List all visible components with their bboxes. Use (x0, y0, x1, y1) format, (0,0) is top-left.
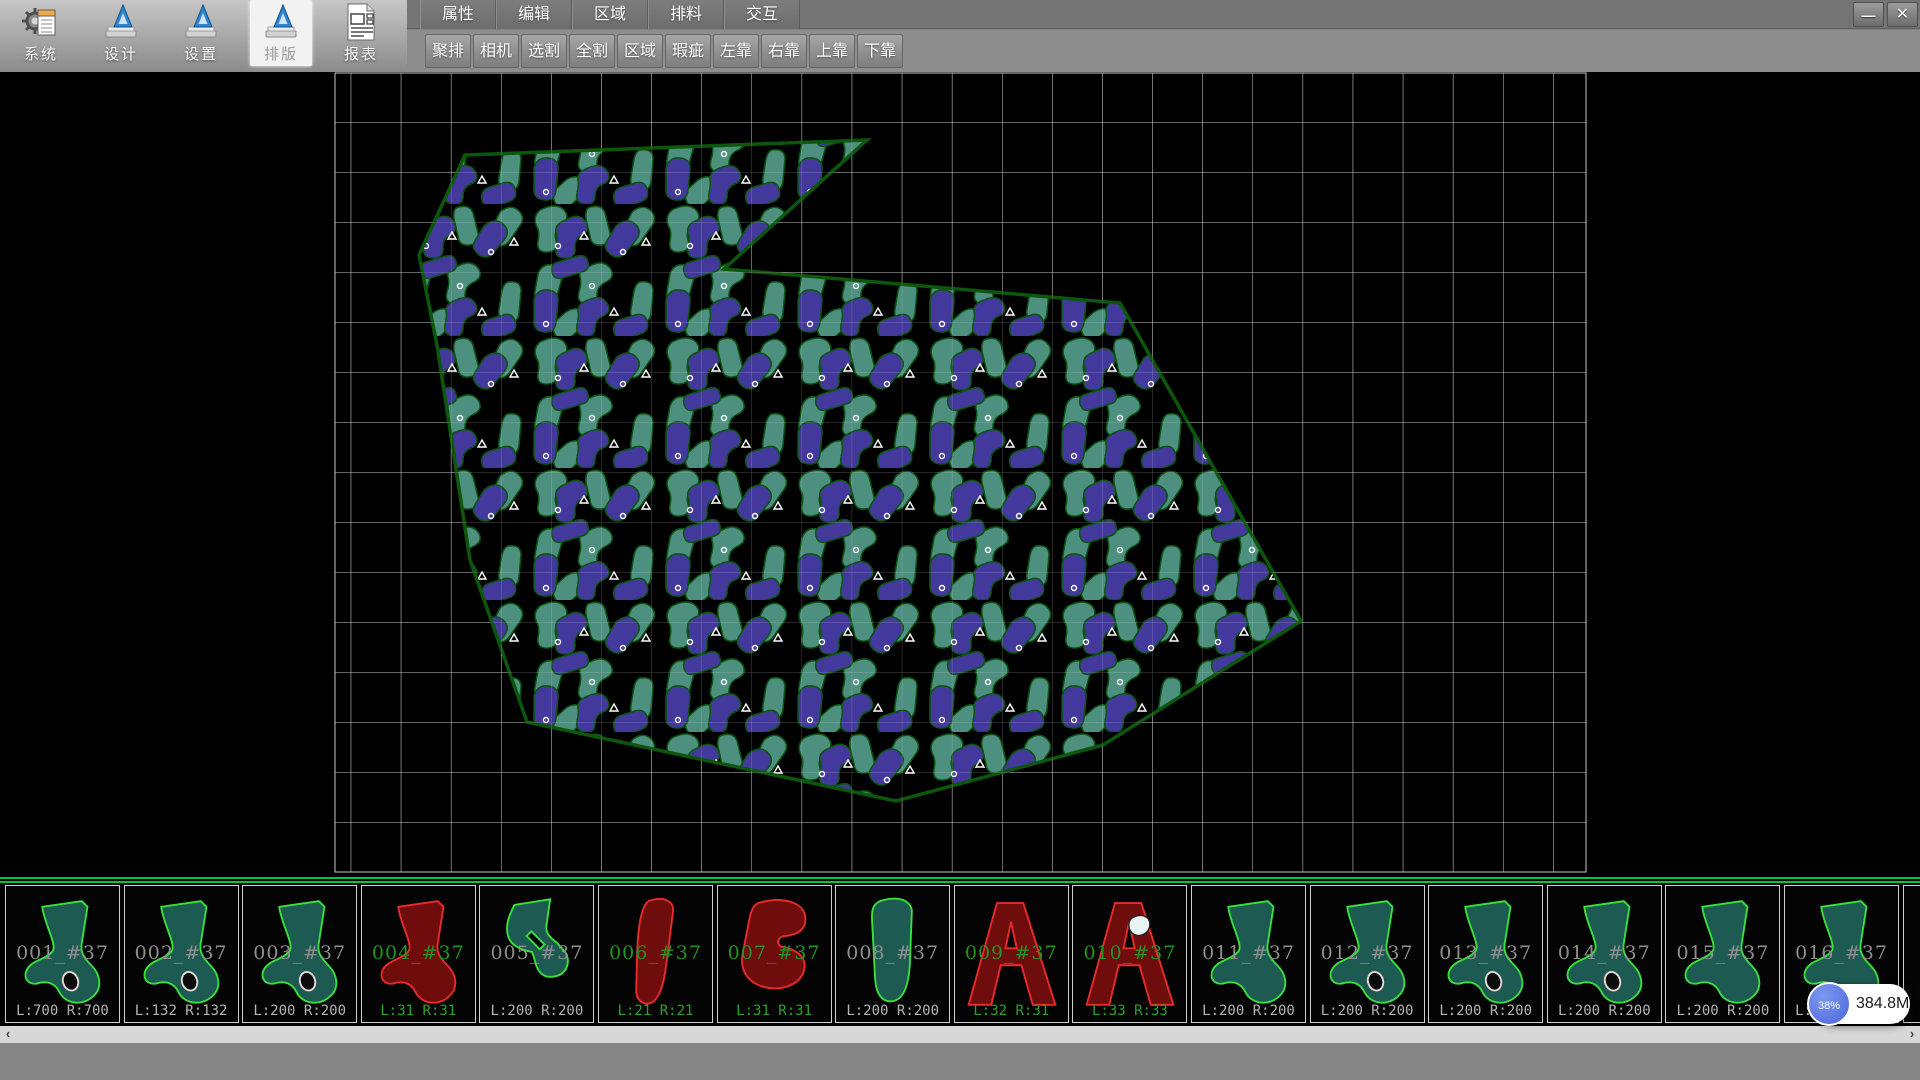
part-lr-count: L:200 R:200 (480, 1003, 593, 1019)
nav-button-system[interactable]: 系统 (10, 0, 72, 66)
thumbnail-part-007_#37[interactable]: 007_#37 L:31 R:31 (717, 885, 832, 1023)
nav-icon-bar: 系统设计设置排版报表 (0, 0, 407, 72)
horizontal-scrollbar[interactable]: ‹ › (0, 1026, 1920, 1043)
menu-row: 属性编辑区域排料交互 — ✕ (407, 0, 1920, 29)
part-id-label: 007_#37 (718, 942, 831, 964)
tool-button-5[interactable]: 区域 (617, 34, 663, 68)
part-id-label: 001_#37 (6, 942, 119, 964)
menu-tab-4[interactable]: 排料 (648, 0, 724, 29)
minimize-button[interactable]: — (1853, 2, 1884, 27)
report-icon (341, 2, 381, 42)
part-id-label: 012_#37 (1311, 942, 1424, 964)
parts-thumbnail-strip: 001_#37L:700 R:700002_#37L:132 R:132003_… (0, 873, 1920, 1026)
memory-used-value: 384.8M (1856, 984, 1909, 1024)
grid-overlay (335, 73, 1586, 872)
nav-button-design[interactable]: 设计 (90, 0, 152, 66)
nav-button-label: 排版 (250, 43, 312, 64)
tool-button-3[interactable]: 选割 (521, 34, 567, 68)
tool-button-8[interactable]: 右靠 (761, 34, 807, 68)
tool-button-10[interactable]: 下靠 (857, 34, 903, 68)
menu-tab-2[interactable]: 编辑 (496, 0, 572, 29)
tool-button-row: 聚排相机选割全割区域瑕疵左靠右靠上靠下靠 (407, 30, 1920, 72)
thumbnail-part-001_#37[interactable]: 001_#37 L:700 R:700 (5, 885, 120, 1023)
part-lr-count: L:132 R:132 (125, 1003, 238, 1019)
nav-button-label: 系统 (10, 43, 72, 64)
strip-green-line (0, 881, 1920, 883)
nav-button-label: 报表 (330, 43, 392, 64)
part-lr-count: L:200 R:200 (1429, 1003, 1542, 1019)
part-id-label: 016_#37 (1785, 942, 1898, 964)
memory-badge: 38% 384.8M (1814, 984, 1910, 1024)
thumbnail-part-012_#37[interactable]: 012_#37 L:200 R:200 (1310, 885, 1425, 1023)
bottom-status-bar (0, 1043, 1920, 1080)
memory-percent-badge: 38% (1807, 982, 1851, 1026)
tool-button-2[interactable]: 相机 (473, 34, 519, 68)
tool-button-9[interactable]: 上靠 (809, 34, 855, 68)
ruler-icon (181, 2, 221, 42)
thumbnail-part-006_#37[interactable]: 006_#37 L:21 R:21 (598, 885, 713, 1023)
part-shape (1912, 890, 1920, 1016)
nav-button-label: 设计 (90, 43, 152, 64)
app-window: 系统设计设置排版报表 属性编辑区域排料交互 — ✕ 聚排相机选割全割区域瑕疵左靠… (0, 0, 1920, 1080)
thumbnail-part-011_#37[interactable]: 011_#37 L:200 R:200 (1191, 885, 1306, 1023)
part-lr-count: L:700 R:700 (6, 1003, 119, 1019)
part-id-label: 013_#37 (1429, 942, 1542, 964)
tool-button-7[interactable]: 左靠 (713, 34, 759, 68)
part-id-label: 005_#37 (480, 942, 593, 964)
system-icon (21, 2, 61, 42)
part-lr-count: L:31 R:31 (718, 1003, 831, 1019)
thumbnail-part-008_#37[interactable]: 008_#37 L:200 R:200 (835, 885, 950, 1023)
menu-tab-5[interactable]: 交互 (724, 0, 800, 29)
part-lr-count: L:31 R:31 (362, 1003, 475, 1019)
scroll-right-icon[interactable]: › (1904, 1026, 1920, 1043)
nav-button-label: 设置 (170, 43, 232, 64)
part-id-label: 015_#37 (1666, 942, 1779, 964)
menu-tab-3[interactable]: 区域 (572, 0, 648, 29)
nav-button-settings[interactable]: 设置 (170, 0, 232, 66)
thumbnail-part-005_#37[interactable]: 005_#37 L:200 R:200 (479, 885, 594, 1023)
nesting-view[interactable] (0, 72, 1920, 873)
nav-button-layout[interactable]: 排版 (250, 0, 312, 66)
part-id-label: 006_#37 (599, 942, 712, 964)
tool-button-1[interactable]: 聚排 (425, 34, 471, 68)
thumbnail-part-009_#37[interactable]: 009_#37 L:32 R:31 (954, 885, 1069, 1023)
thumbnail-part-003_#37[interactable]: 003_#37 L:200 R:200 (242, 885, 357, 1023)
close-button[interactable]: ✕ (1887, 2, 1918, 27)
part-lr-count: L:200 R:200 (836, 1003, 949, 1019)
part-id-label: 009_#37 (955, 942, 1068, 964)
part-id-label: 004_#37 (362, 942, 475, 964)
part-lr-count: L:200 R:200 (1666, 1003, 1779, 1019)
menu-tab-1[interactable]: 属性 (420, 0, 496, 29)
thumbnail-part-004_#37[interactable]: 004_#37 L:31 R:31 (361, 885, 476, 1023)
thumbnail-part-014_#37[interactable]: 014_#37 L:200 R:200 (1547, 885, 1662, 1023)
thumbnail-part-013_#37[interactable]: 013_#37 L:200 R:200 (1428, 885, 1543, 1023)
nesting-canvas[interactable] (0, 72, 1920, 873)
thumbnail-part-010_#37[interactable]: 010_#37 L:33 R:33 (1072, 885, 1187, 1023)
part-id-label: 003_#37 (243, 942, 356, 964)
part-lr-count: L:32 R:31 (955, 1003, 1068, 1019)
nav-button-report[interactable]: 报表 (330, 0, 392, 66)
part-lr-count: L:21 R:21 (599, 1003, 712, 1019)
ruler-icon (101, 2, 141, 42)
part-id-label: 008_#37 (836, 942, 949, 964)
part-lr-count: L:200 R:200 (1548, 1003, 1661, 1019)
ruler-icon (261, 2, 301, 42)
part-id-label: 011_#37 (1192, 942, 1305, 964)
part-id-label: 002_#37 (125, 942, 238, 964)
part-lr-count: L:200 R:200 (1192, 1003, 1305, 1019)
part-lr-count: L:33 R:33 (1073, 1003, 1186, 1019)
tool-button-4[interactable]: 全割 (569, 34, 615, 68)
part-lr-count: L:200 R:200 (243, 1003, 356, 1019)
part-id-label: 014_#37 (1548, 942, 1661, 964)
strip-green-line (0, 877, 1920, 879)
thumbnail-part-015_#37[interactable]: 015_#37 L:200 R:200 (1665, 885, 1780, 1023)
part-lr-count: L:200 R:200 (1311, 1003, 1424, 1019)
thumbnail-part-002_#37[interactable]: 002_#37 L:132 R:132 (124, 885, 239, 1023)
tool-buttons: 聚排相机选割全割区域瑕疵左靠右靠上靠下靠 (425, 34, 905, 68)
top-toolbar: 系统设计设置排版报表 属性编辑区域排料交互 — ✕ 聚排相机选割全割区域瑕疵左靠… (0, 0, 1920, 72)
menu-tabs: 属性编辑区域排料交互 (420, 0, 800, 29)
part-id-label: 010_#37 (1073, 942, 1186, 964)
tool-button-6[interactable]: 瑕疵 (665, 34, 711, 68)
scroll-left-icon[interactable]: ‹ (0, 1026, 16, 1043)
